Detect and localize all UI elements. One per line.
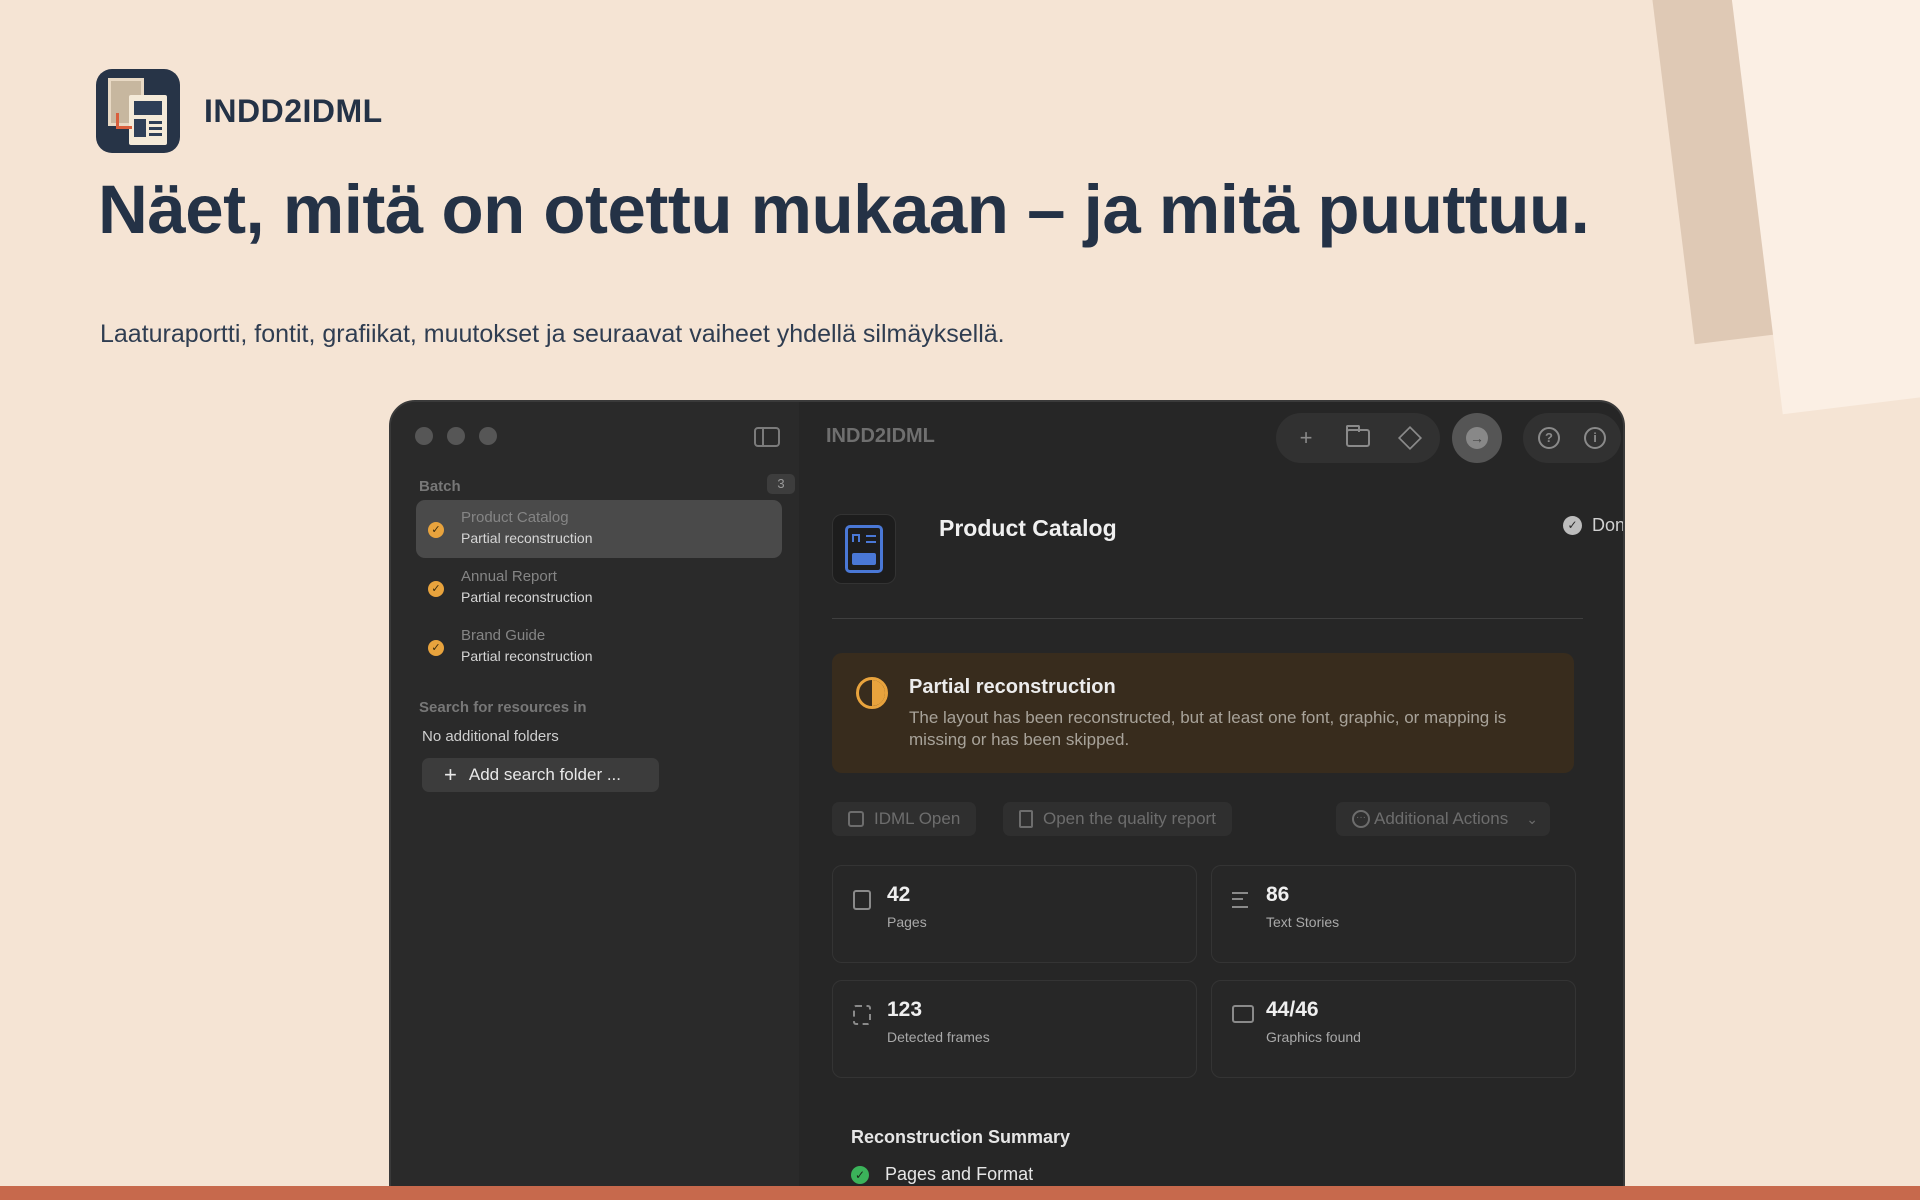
folder-icon[interactable] [1340, 420, 1376, 456]
no-folders-text: No additional folders [422, 728, 559, 745]
half-circle-icon [856, 677, 888, 709]
page-subline: Laaturaportti, fontit, grafiikat, muutok… [100, 320, 1005, 348]
plus-icon: + [444, 762, 457, 787]
zoom-window-button[interactable] [479, 427, 497, 445]
stat-value: 44/46 [1266, 998, 1319, 1021]
idml-open-button[interactable]: IDML Open [832, 802, 977, 836]
frame-icon [853, 1005, 871, 1025]
app-window: Batch 3 ✓ Product Catalog Partial recons… [389, 400, 1625, 1200]
convert-button[interactable]: → [1452, 413, 1502, 463]
quality-report-label: Open the quality report [1043, 809, 1216, 828]
stat-label: Pages [887, 914, 927, 930]
text-lines-icon [1232, 890, 1250, 910]
add-search-folder-button[interactable]: + Add search folder ... [422, 758, 659, 792]
window-controls [415, 427, 497, 445]
banner-body: The layout has been reconstructed, but a… [909, 708, 1507, 749]
status-badge: ✓ Done [1563, 515, 1625, 536]
summary-item-label: Pages and Format [885, 1164, 1034, 1184]
batch-label: Batch [419, 478, 461, 495]
close-window-button[interactable] [415, 427, 433, 445]
search-resources-label: Search for resources in [419, 699, 587, 716]
more-icon: ··· [1352, 810, 1370, 828]
stat-card-detected-frames: 123 Detected frames [832, 980, 1197, 1078]
checkmark-icon: ✓ [428, 581, 444, 597]
stat-value: 86 [1266, 883, 1290, 906]
stat-value: 123 [887, 998, 923, 1021]
checkmark-icon: ✓ [428, 640, 444, 656]
stat-value: 42 [887, 883, 911, 906]
batch-item-status: Partial reconstruction [461, 648, 593, 664]
add-search-folder-label: Add search folder ... [468, 765, 621, 784]
convert-icon: → [1466, 427, 1488, 449]
batch-item-title: Brand Guide [461, 627, 546, 644]
status-label: Done [1592, 515, 1625, 535]
document-icon [832, 514, 896, 584]
additional-actions-label: Additional Actions [1374, 809, 1509, 828]
batch-count-badge: 3 [767, 474, 795, 494]
sidebar: Batch 3 ✓ Product Catalog Partial recons… [391, 402, 799, 1200]
toolbar-group-file: + [1276, 413, 1440, 463]
checkmark-icon: ✓ [428, 522, 444, 538]
divider [832, 618, 1583, 619]
window-title: INDD2IDML [826, 425, 935, 447]
package-icon[interactable] [1392, 420, 1428, 456]
chevron-down-icon: ⌄ [1526, 810, 1538, 827]
batch-item-status: Partial reconstruction [461, 530, 593, 546]
page-icon [853, 890, 871, 910]
open-external-icon [848, 811, 864, 827]
main-pane: INDD2IDML + → ? i Product Catalog ✓ Done… [799, 402, 1623, 1200]
background-decoration [1729, 0, 1920, 415]
app-logo-icon [96, 69, 180, 153]
plus-icon[interactable]: + [1288, 420, 1324, 456]
help-icon[interactable]: ? [1531, 420, 1567, 456]
stat-label: Detected frames [887, 1029, 990, 1045]
minimize-window-button[interactable] [447, 427, 465, 445]
banner-title: Partial reconstruction [909, 676, 1116, 698]
quality-report-button[interactable]: Open the quality report [1003, 802, 1232, 836]
stat-label: Graphics found [1266, 1029, 1361, 1045]
brand-header: INDD2IDML [96, 69, 383, 153]
page-headline: Näet, mitä on otettu mukaan – ja mitä pu… [98, 171, 1590, 248]
batch-item-annual-report[interactable]: ✓ Annual Report Partial reconstruction [416, 559, 782, 617]
batch-item-title: Product Catalog [461, 509, 569, 526]
image-icon [1232, 1005, 1254, 1023]
stat-card-graphics-found: 44/46 Graphics found [1211, 980, 1576, 1078]
batch-item-brand-guide[interactable]: ✓ Brand Guide Partial reconstruction [416, 618, 782, 676]
batch-item-status: Partial reconstruction [461, 589, 593, 605]
stat-card-pages: 42 Pages [832, 865, 1197, 963]
batch-item-product-catalog[interactable]: ✓ Product Catalog Partial reconstruction [416, 500, 782, 558]
additional-actions-menu[interactable]: ··· Additional Actions ⌄ [1336, 802, 1550, 836]
info-icon[interactable]: i [1577, 420, 1613, 456]
summary-item-pages-format: ✓ Pages and Format [851, 1164, 1033, 1185]
brand-name: INDD2IDML [204, 92, 383, 129]
checkmark-icon: ✓ [1563, 516, 1582, 535]
toolbar-group-help: ? i [1523, 413, 1621, 463]
success-check-icon: ✓ [851, 1165, 869, 1184]
document-title: Product Catalog [939, 515, 1117, 541]
idml-open-label: IDML Open [874, 809, 961, 828]
report-icon [1019, 810, 1033, 828]
summary-title: Reconstruction Summary [851, 1127, 1071, 1147]
stat-card-text-stories: 86 Text Stories [1211, 865, 1576, 963]
sidebar-toggle-icon[interactable] [754, 427, 780, 447]
batch-item-title: Annual Report [461, 568, 557, 585]
stat-label: Text Stories [1266, 914, 1340, 930]
partial-reconstruction-banner: Partial reconstruction The layout has be… [832, 653, 1574, 773]
bottom-accent-bar [0, 1186, 1920, 1200]
